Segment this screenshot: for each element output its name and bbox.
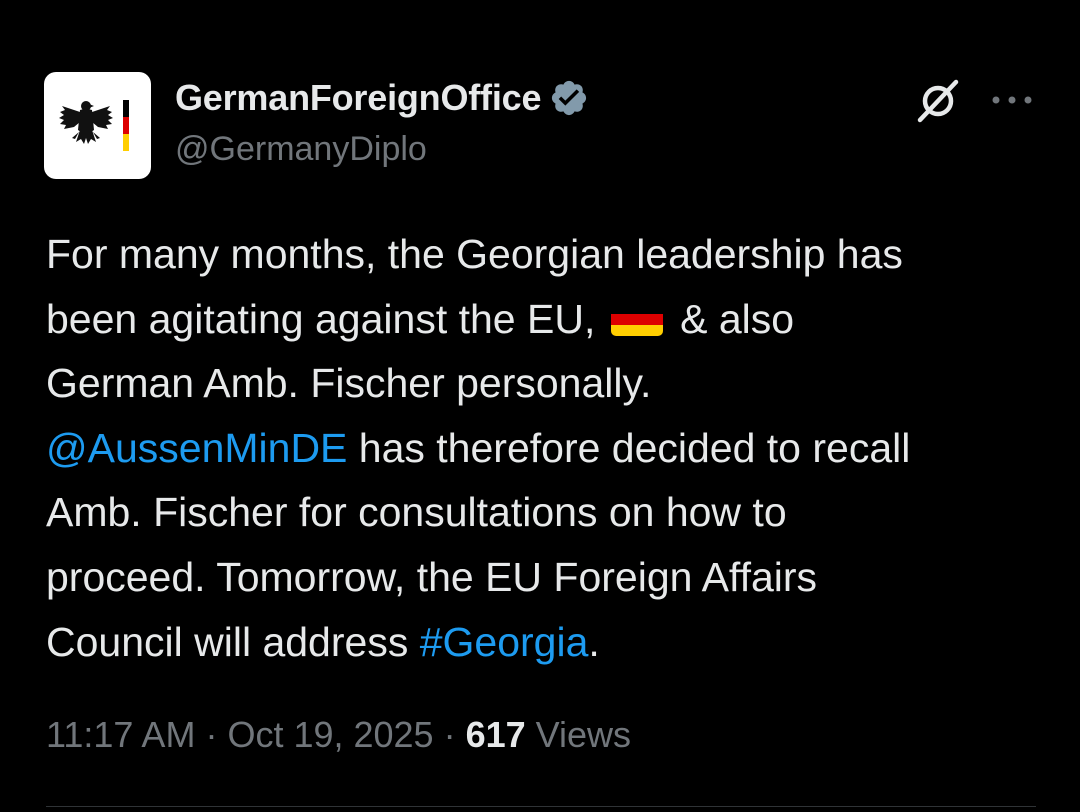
grok-icon[interactable]: [914, 76, 962, 124]
tweet-card: GermanForeignOffice @GermanyDiplo For ma…: [0, 0, 1080, 812]
mention-link[interactable]: @AussenMinDE: [46, 425, 347, 471]
author-name-row: GermanForeignOffice: [175, 76, 589, 120]
author-handle[interactable]: @GermanyDiplo: [175, 130, 427, 169]
author-display-name[interactable]: GermanForeignOffice: [175, 77, 541, 119]
more-horizontal-icon[interactable]: [988, 86, 1036, 114]
tweet-line: been agitating against the EU, & also: [46, 287, 1036, 352]
tweet-text-segment: .: [588, 618, 600, 665]
tweet-date[interactable]: Oct 19, 2025: [227, 714, 433, 755]
tweet-line: For many months, the Georgian leadership…: [46, 231, 903, 277]
tweet-line: Council will address #Georgia.: [46, 610, 1036, 675]
tweet-text: For many months, the Georgian leadership…: [46, 222, 1036, 674]
tweet-line: German Amb. Fischer personally.: [46, 360, 652, 407]
views-label: Views: [525, 714, 632, 755]
federal-eagle-logo-icon: [59, 100, 129, 151]
tweet-text-segment: been agitating against the EU,: [46, 295, 607, 342]
tweet-line: @AussenMinDE has therefore decided to re…: [46, 416, 1036, 481]
verified-badge-icon: [549, 78, 589, 118]
tweet-text-segment: & also: [668, 295, 795, 342]
german-flag-icon: [610, 303, 663, 336]
hashtag-link[interactable]: #Georgia: [420, 619, 589, 665]
tweet-meta: 11:17 AM · Oct 19, 2025 · 617 Views: [46, 714, 631, 756]
tweet-time[interactable]: 11:17 AM: [46, 714, 195, 755]
divider: [46, 806, 1036, 807]
meta-separator: ·: [195, 714, 228, 755]
tweet-text-segment: has therefore decided to recall: [347, 424, 911, 471]
meta-separator: ·: [433, 714, 466, 755]
tweet-line: proceed. Tomorrow, the EU Foreign Affair…: [46, 553, 818, 600]
views-count: 617: [465, 714, 526, 755]
avatar[interactable]: [44, 72, 151, 179]
tweet-line: Amb. Fischer for consultations on how to: [46, 489, 787, 536]
tweet-text-segment: Council will address: [46, 618, 420, 665]
